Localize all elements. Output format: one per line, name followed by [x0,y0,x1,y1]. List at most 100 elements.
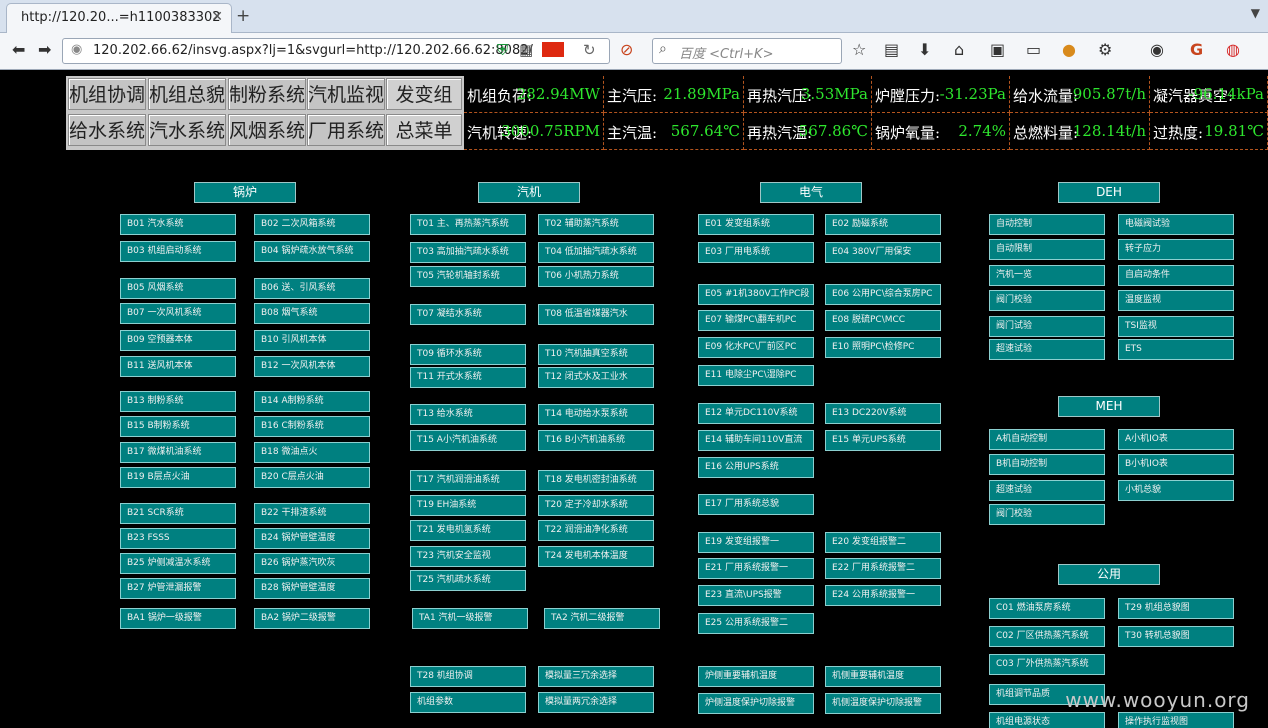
menu-button[interactable]: 机组总貌 [148,78,226,110]
electrical-button[interactable]: E05 #1机380V工作PC段 [698,284,814,305]
common-button[interactable]: 操作执行监视图 [1118,712,1234,728]
deh-button[interactable]: 温度监视 [1118,290,1234,311]
turbine-button[interactable]: T11 开式水系统 [410,367,526,388]
deh-button[interactable]: ETS [1118,339,1234,360]
turbine-button[interactable]: TA1 汽机一级报警 [412,608,528,629]
boiler-button[interactable]: B06 送、引风系统 [254,278,370,299]
electrical-button[interactable]: 炉侧重要辅机温度 [698,666,814,687]
turbine-button[interactable]: T02 辅助蒸汽系统 [538,214,654,235]
electrical-button[interactable]: E06 公用PC\综合泵房PC [825,284,941,305]
turbine-button[interactable]: T25 汽机疏水系统 [410,570,526,591]
electrical-button[interactable]: E02 励磁系统 [825,214,941,235]
electrical-button[interactable]: E09 化水PC\厂前区PC [698,337,814,358]
qr-code-icon[interactable]: ▦ [519,41,533,59]
electrical-button[interactable]: E07 输煤PC\翻车机PC [698,310,814,331]
boiler-button[interactable]: B26 锅炉蒸汽吹灰 [254,553,370,574]
electrical-button[interactable]: E23 直流\UPS报警 [698,585,814,606]
boiler-button[interactable]: B17 微煤机油系统 [120,442,236,463]
menu-button[interactable]: 给水系统 [68,114,146,146]
electrical-button[interactable]: E21 厂用系统报警一 [698,558,814,579]
electrical-button[interactable]: E16 公用UPS系统 [698,457,814,478]
menu-button[interactable]: 机组协调 [68,78,146,110]
bookmark-star-icon[interactable]: ☆ [852,40,866,59]
common-button[interactable]: 机组电源状态 [989,712,1105,728]
chat-icon[interactable]: ▣ [990,40,1005,59]
turbine-button[interactable]: 模拟量两冗余选择 [538,692,654,713]
boiler-button[interactable]: B02 二次风箱系统 [254,214,370,235]
turbine-button[interactable]: T19 EH油系统 [410,495,526,516]
boiler-button[interactable]: BA2 锅炉二级报警 [254,608,370,629]
boiler-button[interactable]: B01 汽水系统 [120,214,236,235]
boiler-button[interactable]: BA1 锅炉一级报警 [120,608,236,629]
meh-button[interactable]: 超速试验 [989,480,1105,501]
boiler-button[interactable]: B05 风烟系统 [120,278,236,299]
electrical-button[interactable]: E24 公用系统报警一 [825,585,941,606]
common-button[interactable]: T29 机组总貌图 [1118,598,1234,619]
shield-icon[interactable]: ⛨ [497,41,508,59]
turbine-button[interactable]: T18 发电机密封油系统 [538,470,654,491]
turbine-button[interactable]: T04 低加抽汽疏水系统 [538,242,654,263]
turbine-button[interactable]: TA2 汽机二级报警 [544,608,660,629]
meh-button[interactable]: B机自动控制 [989,454,1105,475]
back-icon[interactable]: ⬅ [12,40,25,59]
electrical-button[interactable]: E08 脱硫PC\MCC [825,310,941,331]
menu-button[interactable]: 发变组 [386,78,462,110]
deh-button[interactable]: 转子应力 [1118,239,1234,260]
meh-button[interactable]: 阀门校验 [989,504,1105,525]
boiler-button[interactable]: B18 微油点火 [254,442,370,463]
reading-list-icon[interactable]: ▤ [884,40,899,59]
boiler-button[interactable]: B21 SCR系统 [120,503,236,524]
boiler-button[interactable]: B11 送风机本体 [120,356,236,377]
turbine-button[interactable]: T24 发电机本体温度 [538,546,654,567]
electrical-button[interactable]: E14 辅助车间110V直流 [698,430,814,451]
url-bar[interactable]: ◉ 120.202.66.62/insvg.aspx?lj=1&svgurl=h… [62,38,610,64]
adblock-icon[interactable]: ⊘ [620,40,633,59]
gm-addon-icon[interactable]: G [1190,40,1203,59]
deh-button[interactable]: 电磁阀试验 [1118,214,1234,235]
turbine-button[interactable]: 机组参数 [410,692,526,713]
deh-button[interactable]: 自动控制 [989,214,1105,235]
turbine-button[interactable]: T20 定子冷却水系统 [538,495,654,516]
electrical-button[interactable]: E13 DC220V系统 [825,403,941,424]
deh-button[interactable]: 自启动条件 [1118,265,1234,286]
addon-icon[interactable]: ● [1062,40,1076,59]
electrical-button[interactable]: E04 380V厂用保安 [825,242,941,263]
deh-button[interactable]: 汽机一览 [989,265,1105,286]
turbine-button[interactable]: T07 凝结水系统 [410,304,526,325]
turbine-button[interactable]: 模拟量三冗余选择 [538,666,654,687]
turbine-button[interactable]: T15 A小汽机油系统 [410,430,526,451]
menu-addon-icon[interactable]: ◍ [1226,40,1240,59]
window-icon[interactable]: ▭ [1026,40,1041,59]
boiler-button[interactable]: B07 一次风机系统 [120,303,236,324]
search-box[interactable]: ⌕ 百度 <Ctrl+K> [652,38,842,64]
electrical-button[interactable]: E19 发变组报警一 [698,532,814,553]
electrical-button[interactable]: E03 厂用电系统 [698,242,814,263]
boiler-button[interactable]: B20 C层点火油 [254,467,370,488]
common-button[interactable]: C02 厂区供热蒸汽系统 [989,626,1105,647]
electrical-button[interactable]: E01 发变组系统 [698,214,814,235]
menu-button[interactable]: 总菜单 [386,114,462,146]
boiler-button[interactable]: B23 FSSS [120,528,236,549]
electrical-button[interactable]: 炉侧温度保护切除报警 [698,693,814,714]
tab-list-icon[interactable]: ▼ [1251,6,1260,20]
turbine-button[interactable]: T21 发电机氢系统 [410,520,526,541]
boiler-button[interactable]: B08 烟气系统 [254,303,370,324]
turbine-button[interactable]: T06 小机热力系统 [538,266,654,287]
home-icon[interactable]: ⌂ [954,40,964,59]
boiler-button[interactable]: B12 一次风机本体 [254,356,370,377]
menu-button[interactable]: 风烟系统 [228,114,306,146]
meh-button[interactable]: A小机IO表 [1118,429,1234,450]
common-button[interactable]: C03 厂外供热蒸汽系统 [989,654,1105,675]
turbine-button[interactable]: T10 汽机抽真空系统 [538,344,654,365]
turbine-button[interactable]: T09 循环水系统 [410,344,526,365]
electrical-button[interactable]: 机侧温度保护切除报警 [825,693,941,714]
menu-button[interactable]: 汽水系统 [148,114,226,146]
boiler-button[interactable]: B24 锅炉管壁温度 [254,528,370,549]
boiler-button[interactable]: B13 制粉系统 [120,391,236,412]
common-button[interactable]: C01 燃油泵房系统 [989,598,1105,619]
turbine-button[interactable]: T22 润滑油净化系统 [538,520,654,541]
turbine-button[interactable]: T16 B小汽机油系统 [538,430,654,451]
meh-button[interactable]: A机自动控制 [989,429,1105,450]
boiler-button[interactable]: B10 引风机本体 [254,330,370,351]
deh-button[interactable]: 阀门试验 [989,316,1105,337]
